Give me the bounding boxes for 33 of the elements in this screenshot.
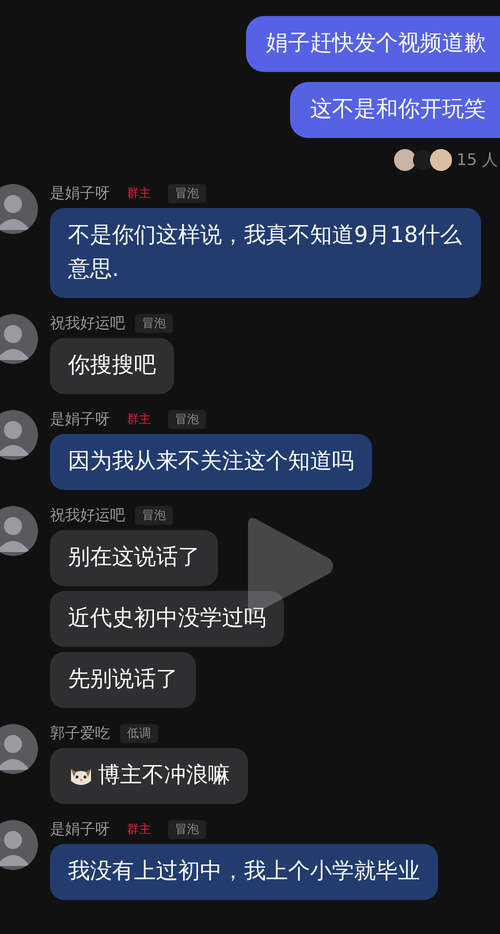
avatar[interactable]	[0, 820, 38, 870]
sender-name: 是娟子呀	[50, 184, 110, 203]
message-bubble: 近代史初中没学过吗	[50, 591, 284, 647]
level-badge: 冒泡	[168, 410, 206, 429]
read-count[interactable]: 15 人	[456, 150, 498, 170]
level-badge: 低调	[120, 724, 158, 743]
reader-avatars-drawing	[392, 148, 453, 172]
message-bubble: 先别说话了	[50, 652, 196, 708]
owner-label: 群主	[126, 411, 152, 428]
level-badge: 冒泡	[168, 184, 206, 203]
level-badge: 冒泡	[135, 506, 173, 525]
sender-name: 是娟子呀	[50, 410, 110, 429]
avatar[interactable]	[0, 314, 38, 364]
owner-label: 群主	[126, 185, 152, 202]
level-badge: 冒泡	[168, 820, 206, 839]
sender-name: 是娟子呀	[50, 820, 110, 839]
level-badge: 冒泡	[135, 314, 173, 333]
sender-name: 祝我好运吧	[50, 506, 125, 525]
avatar[interactable]	[0, 724, 38, 774]
message-bubble: 博主不冲浪嘛	[50, 748, 248, 804]
message-bubble: 你搜搜吧	[50, 338, 174, 394]
message-bubble: 因为我从来不关注这个知道吗	[50, 434, 372, 490]
message-bubble: 这不是和你开玩笑	[290, 82, 500, 138]
avatar[interactable]	[0, 410, 38, 460]
message-bubble: 不是你们这样说，我真不知道9月18什么意思.	[50, 208, 481, 298]
avatar[interactable]	[0, 184, 38, 234]
sender-name: 郭子爱吃	[50, 724, 110, 743]
message-bubble: 我没有上过初中，我上个小学就毕业	[50, 844, 438, 900]
owner-label: 群主	[126, 821, 152, 838]
avatar[interactable]	[0, 506, 38, 556]
message-bubble: 别在这说话了	[50, 530, 218, 586]
sender-name: 祝我好运吧	[50, 314, 125, 333]
message-bubble: 娟子赶快发个视频道歉	[246, 16, 500, 72]
